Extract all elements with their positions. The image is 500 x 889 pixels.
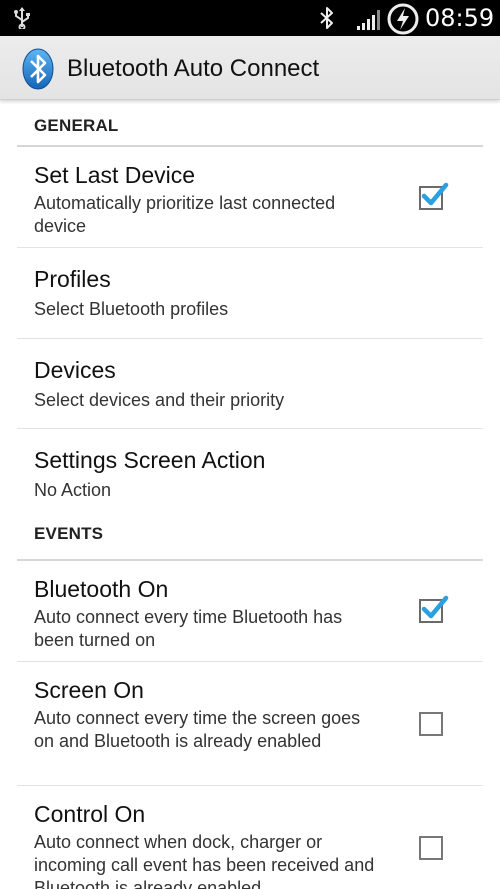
pref-title: Bluetooth On	[34, 576, 169, 602]
pref-bluetooth-on[interactable]: Bluetooth On Auto connect every time Blu…	[17, 561, 483, 662]
app-title: Bluetooth Auto Connect	[67, 55, 320, 82]
section-header-label: GENERAL	[34, 116, 119, 135]
pref-title: Control On	[34, 801, 146, 827]
pref-screen-on[interactable]: Screen On Auto connect every time the sc…	[17, 662, 483, 786]
checkmark-icon	[421, 182, 449, 206]
pref-summary: Auto connect every time Bluetooth has be…	[34, 607, 343, 650]
pref-devices[interactable]: Devices Select devices and their priorit…	[17, 339, 483, 429]
bluetooth-on-checkbox[interactable]	[419, 595, 449, 623]
pref-title: Devices	[34, 357, 116, 383]
pref-settings-screen-action[interactable]: Settings Screen Action No Action	[17, 429, 483, 516]
pref-title: Settings Screen Action	[34, 447, 266, 473]
signal-icon	[357, 10, 380, 30]
pref-title: Screen On	[34, 677, 144, 703]
bluetooth-icon	[320, 7, 333, 29]
pref-set-last-device[interactable]: Set Last Device Automatically prioritize…	[17, 147, 483, 248]
section-header-events: EVENTS	[17, 516, 483, 561]
pref-control-on[interactable]: Control On Auto connect when dock, charg…	[17, 786, 483, 889]
bluetooth-app-icon[interactable]	[21, 47, 55, 91]
battery-charging-icon	[387, 3, 419, 35]
pref-summary: Auto connect when dock, charger or incom…	[34, 832, 375, 889]
control-on-checkbox[interactable]	[419, 836, 443, 860]
section-header-label: EVENTS	[34, 524, 104, 543]
pref-title: Set Last Device	[34, 162, 196, 188]
pref-summary: Select devices and their priority	[34, 390, 285, 410]
preferences-list: GENERAL Set Last Device Automatically pr…	[0, 101, 500, 889]
screen-on-checkbox[interactable]	[419, 712, 443, 736]
checkmark-icon	[421, 595, 449, 619]
pref-profiles[interactable]: Profiles Select Bluetooth profiles	[17, 248, 483, 339]
status-time: 08:59	[425, 4, 495, 32]
usb-icon	[14, 7, 30, 29]
pref-summary: Select Bluetooth profiles	[34, 299, 229, 319]
pref-summary: Automatically prioritize last connected …	[34, 193, 336, 236]
action-bar: Bluetooth Auto Connect	[0, 36, 500, 100]
pref-summary: No Action	[34, 480, 112, 500]
pref-summary: Auto connect every time the screen goes …	[34, 708, 361, 751]
pref-title: Profiles	[34, 266, 111, 292]
set-last-device-checkbox[interactable]	[419, 182, 449, 210]
section-header-general: GENERAL	[17, 101, 483, 147]
status-bar: 08:59	[0, 0, 500, 36]
